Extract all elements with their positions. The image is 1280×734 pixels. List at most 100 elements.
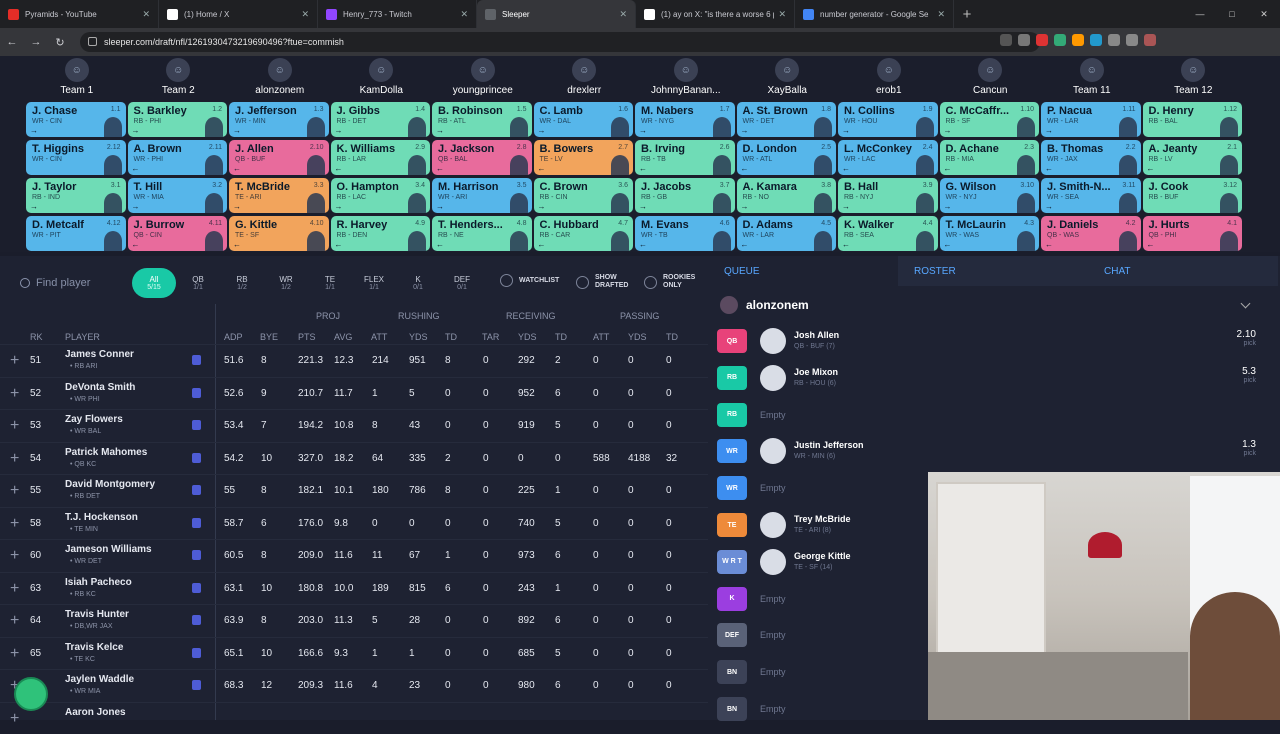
- player-name[interactable]: Travis Hunter: [65, 609, 129, 620]
- col-td[interactable]: TD: [445, 332, 457, 342]
- browser-tab[interactable]: Pyramids - YouTube✕: [0, 0, 159, 28]
- table-row[interactable]: +Travis Hunter• DB,WR JAX6463.98203.011.…: [0, 604, 708, 637]
- col-player[interactable]: PLAYER: [65, 332, 100, 342]
- draft-pick-card[interactable]: K. WalkerRB - SEA4.4←: [838, 216, 938, 251]
- draft-pick-card[interactable]: S. BarkleyRB - PHI1.2→: [128, 102, 228, 137]
- extension-icon[interactable]: [1072, 34, 1084, 46]
- draft-pick-card[interactable]: M. NabersWR - NYG1.7→: [635, 102, 735, 137]
- team-header[interactable]: ☺alonzonem: [229, 56, 331, 98]
- player-news-icon[interactable]: [192, 550, 201, 560]
- draft-pick-card[interactable]: B. ThomasWR - JAX2.2←: [1041, 140, 1141, 175]
- site-info-icon[interactable]: [88, 37, 97, 46]
- draft-pick-card[interactable]: D. AchaneRB - MIA2.3←: [940, 140, 1040, 175]
- position-filter-rb[interactable]: RB1/2: [220, 268, 264, 298]
- draft-pick-card[interactable]: B. HallRB - NYJ3.9→: [838, 178, 938, 213]
- player-name[interactable]: Aaron Jones: [65, 707, 126, 718]
- roster-slot[interactable]: RBEmpty: [716, 400, 1256, 436]
- extension-icon[interactable]: [1090, 34, 1102, 46]
- col-avg[interactable]: AVG: [334, 332, 352, 342]
- team-header[interactable]: ☺youngprincee: [432, 56, 534, 98]
- player-name[interactable]: James Conner: [65, 349, 134, 360]
- team-header[interactable]: ☺XayBalla: [737, 56, 839, 98]
- new-tab-icon[interactable]: +: [954, 6, 980, 23]
- tab-chat[interactable]: CHAT: [1088, 256, 1278, 286]
- draft-pick-card[interactable]: G. WilsonWR - NYJ3.10→: [940, 178, 1040, 213]
- draft-pick-card[interactable]: J. BurrowQB - CIN4.11←: [128, 216, 228, 251]
- col-pass-att[interactable]: ATT: [593, 332, 609, 342]
- position-filter-k[interactable]: K0/1: [396, 268, 440, 298]
- draft-pick-card[interactable]: D. LondonWR - ATL2.5←: [737, 140, 837, 175]
- player-name[interactable]: DeVonta Smith: [65, 382, 135, 393]
- close-icon[interactable]: ✕: [778, 9, 786, 20]
- player-news-icon[interactable]: [192, 420, 201, 430]
- draft-pick-card[interactable]: J. DanielsQB - WAS4.2←: [1041, 216, 1141, 251]
- forward-icon[interactable]: →: [24, 36, 48, 48]
- draft-pick-card[interactable]: T. HillWR - MIA3.2→: [128, 178, 228, 213]
- roster-owner[interactable]: alonzonem: [720, 296, 809, 314]
- draft-pick-card[interactable]: J. HurtsQB - PHI4.1←: [1143, 216, 1243, 251]
- player-name[interactable]: Patrick Mahomes: [65, 447, 147, 458]
- position-filter-def[interactable]: DEF0/1: [440, 268, 484, 298]
- draft-pick-card[interactable]: D. AdamsWR - LAR4.5←: [737, 216, 837, 251]
- table-row[interactable]: + Aaron Jones: [0, 702, 708, 734]
- add-queue-icon[interactable]: +: [10, 710, 19, 728]
- team-header[interactable]: ☺Team 2: [128, 56, 230, 98]
- player-name[interactable]: Zay Flowers: [65, 414, 123, 425]
- close-icon[interactable]: ✕: [460, 9, 468, 20]
- draft-pick-card[interactable]: N. CollinsWR - HOU1.9→: [838, 102, 938, 137]
- col-pass-yds[interactable]: YDS: [628, 332, 647, 342]
- position-filter-te[interactable]: TE1/1: [308, 268, 352, 298]
- draft-pick-card[interactable]: J. JeffersonWR - MIN1.3→: [229, 102, 329, 137]
- player-news-icon[interactable]: [192, 453, 201, 463]
- add-queue-icon[interactable]: +: [10, 580, 19, 598]
- table-row[interactable]: +Zay Flowers• WR BAL5353.47194.210.88430…: [0, 409, 708, 442]
- col-adp[interactable]: ADP: [224, 332, 243, 342]
- close-icon[interactable]: ✕: [301, 9, 309, 20]
- col-pts[interactable]: PTS: [298, 332, 316, 342]
- draft-pick-card[interactable]: J. JacobsRB - GB3.7→: [635, 178, 735, 213]
- profile-avatar[interactable]: [1144, 34, 1156, 46]
- table-row[interactable]: +James Conner• RB ARI5151.68221.312.3214…: [0, 344, 708, 377]
- draft-pick-card[interactable]: J. CookRB - BUF3.12: [1143, 178, 1243, 213]
- draft-pick-card[interactable]: D. HenryRB - BAL1.12: [1143, 102, 1243, 137]
- browser-tab[interactable]: Sleeper✕: [477, 0, 636, 28]
- rookies-only-toggle[interactable]: ROOKIES ONLY: [644, 274, 699, 290]
- player-news-icon[interactable]: [192, 388, 201, 398]
- draft-pick-card[interactable]: D. MetcalfWR - PIT4.12: [26, 216, 126, 251]
- player-news-icon[interactable]: [192, 680, 201, 690]
- close-icon[interactable]: ✕: [937, 9, 945, 20]
- add-queue-icon[interactable]: +: [10, 450, 19, 468]
- draft-pick-card[interactable]: A. BrownWR - PHI2.11←: [128, 140, 228, 175]
- draft-pick-card[interactable]: L. McConkeyWR - LAC2.4←: [838, 140, 938, 175]
- col-att[interactable]: ATT: [371, 332, 387, 342]
- draft-pick-card[interactable]: A. JeantyRB - LV2.1←: [1143, 140, 1243, 175]
- close-window-icon[interactable]: ✕: [1248, 0, 1280, 28]
- draft-pick-card[interactable]: T. McBrideTE - ARI3.3→: [229, 178, 329, 213]
- add-queue-icon[interactable]: +: [10, 645, 19, 663]
- position-filter-wr[interactable]: WR1/2: [264, 268, 308, 298]
- extension-icon[interactable]: [1036, 34, 1048, 46]
- player-news-icon[interactable]: [192, 583, 201, 593]
- team-header[interactable]: ☺drexlerr: [534, 56, 636, 98]
- draft-pick-card[interactable]: C. LambWR - DAL1.6→: [534, 102, 634, 137]
- team-header[interactable]: ☺KamDolla: [331, 56, 433, 98]
- show-drafted-toggle[interactable]: SHOW DRAFTED: [576, 274, 633, 290]
- player-news-icon[interactable]: [192, 485, 201, 495]
- player-name[interactable]: T.J. Hockenson: [65, 512, 138, 523]
- player-name[interactable]: David Montgomery: [65, 479, 155, 490]
- table-row[interactable]: +Travis Kelce• TE KC6565.110166.69.31100…: [0, 637, 708, 670]
- draft-pick-card[interactable]: T. McLaurinWR - WAS4.3←: [940, 216, 1040, 251]
- tab-queue[interactable]: QUEUE: [708, 256, 898, 286]
- back-icon[interactable]: ←: [0, 36, 24, 48]
- team-header[interactable]: ☺Team 12: [1143, 56, 1245, 98]
- add-queue-icon[interactable]: +: [10, 482, 19, 500]
- minimize-icon[interactable]: —: [1184, 0, 1216, 28]
- team-header[interactable]: ☺Team 1: [26, 56, 128, 98]
- player-name[interactable]: Isiah Pacheco: [65, 577, 132, 588]
- add-queue-icon[interactable]: +: [10, 515, 19, 533]
- close-icon[interactable]: ✕: [619, 9, 627, 20]
- player-name[interactable]: Jameson Williams: [65, 544, 152, 555]
- table-row[interactable]: +DeVonta Smith• WR PHI5252.69210.711.715…: [0, 377, 708, 410]
- draft-pick-card[interactable]: J. ChaseWR - CIN1.1→: [26, 102, 126, 137]
- browser-tab[interactable]: number generator - Google Se✕: [795, 0, 954, 28]
